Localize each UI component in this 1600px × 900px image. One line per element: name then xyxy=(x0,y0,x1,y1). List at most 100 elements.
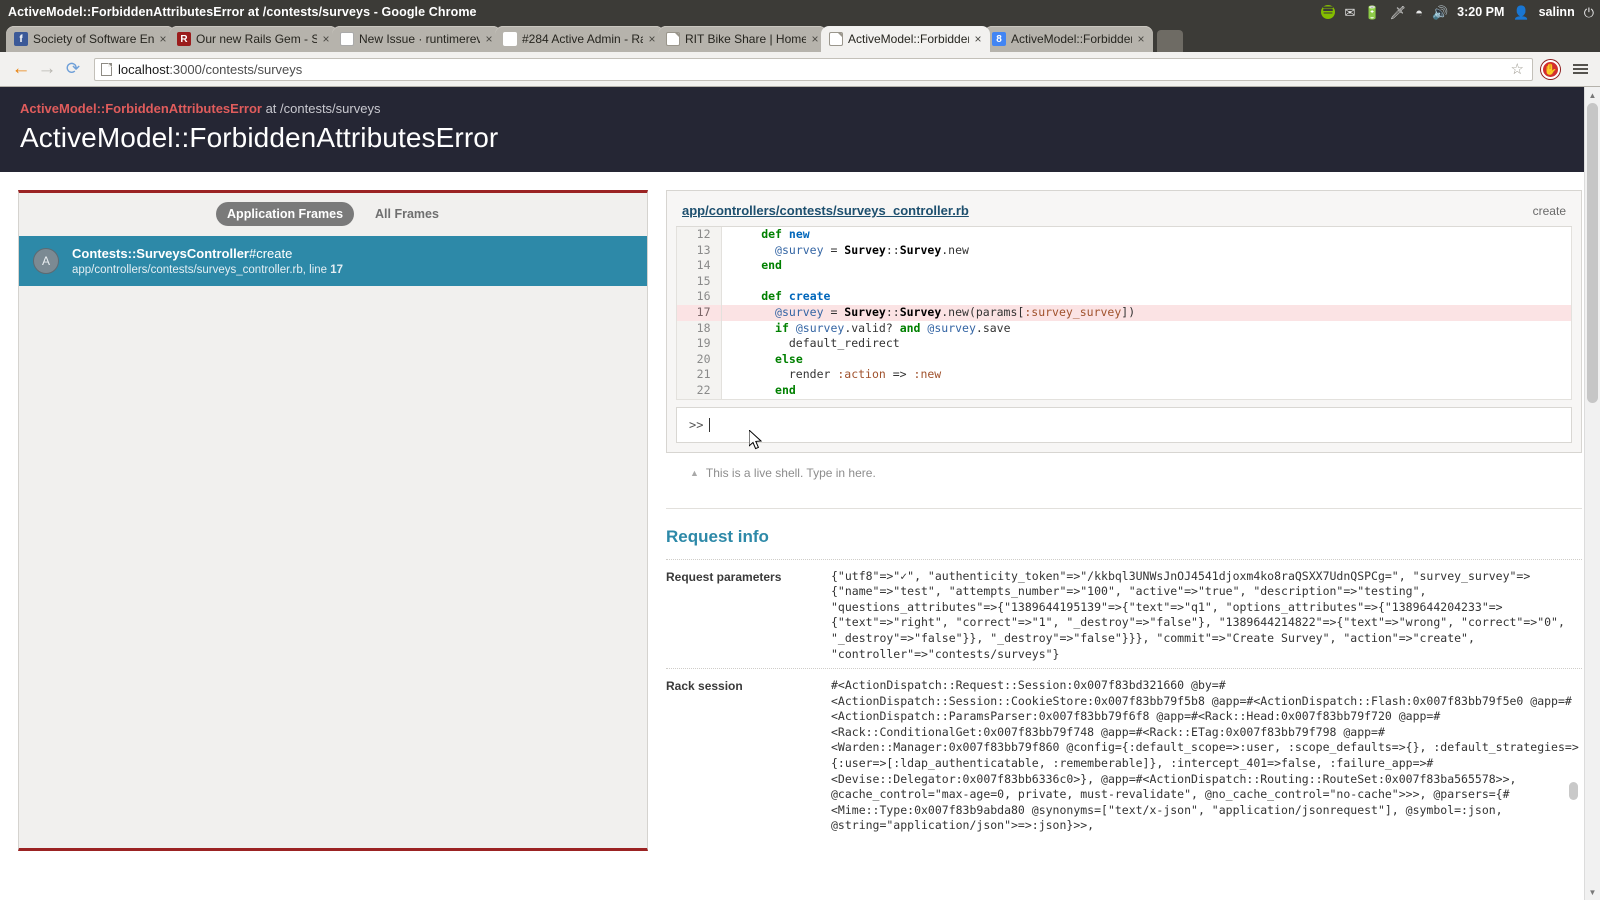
tab-close-icon[interactable]: × xyxy=(972,32,984,46)
code-text[interactable]: end xyxy=(721,383,1571,399)
error-page: ActiveModel::ForbiddenAttributesError at… xyxy=(0,87,1600,900)
window-title: ActiveModel::ForbiddenAttributesError at… xyxy=(8,5,477,19)
error-header: ActiveModel::ForbiddenAttributesError at… xyxy=(0,87,1600,172)
line-number: 15 xyxy=(677,273,722,290)
url-text: localhost:3000/contests/surveys xyxy=(118,62,302,77)
facebook-icon: f xyxy=(14,32,28,46)
tab-close-icon[interactable]: × xyxy=(483,32,495,46)
tab-application-frames[interactable]: Application Frames xyxy=(216,202,355,226)
code-viewer: 12 def new 13 @survey = Survey::Survey.n… xyxy=(676,227,1572,400)
shell-note: ▲ This is a live shell. Type in here. xyxy=(666,466,1582,480)
line-number: 20 xyxy=(677,351,722,368)
code-text[interactable]: def new xyxy=(721,227,1571,243)
code-text[interactable]: else xyxy=(721,352,1571,368)
code-text[interactable]: @survey = Survey::Survey.new(params[:sur… xyxy=(721,304,1571,321)
inner-scrollbar-thumb[interactable] xyxy=(1569,782,1578,800)
tab-label: RIT Bike Share | Home xyxy=(685,32,806,46)
frames-toggle-group: Application Frames All Frames xyxy=(19,193,647,236)
volume-icon[interactable]: 🔊 xyxy=(1432,6,1448,19)
code-text[interactable]: def create xyxy=(721,289,1571,305)
frame-badge: A xyxy=(33,248,59,274)
code-line: 21 render :action => :new xyxy=(677,367,1571,383)
tab-close-icon[interactable]: × xyxy=(320,32,332,46)
browser-tab[interactable]: ○ New Issue · runtimerevolu × xyxy=(332,26,501,52)
tab-close-icon[interactable]: × xyxy=(809,32,821,46)
adblock-icon[interactable]: ✋ xyxy=(1541,59,1560,79)
username-label[interactable]: salinn xyxy=(1539,5,1575,19)
scroll-up-icon[interactable]: ▲ xyxy=(1585,87,1600,103)
live-shell-input[interactable]: >> xyxy=(676,406,1572,449)
code-text[interactable]: render :action => :new xyxy=(721,367,1571,383)
section-divider xyxy=(666,507,1582,509)
battery-icon[interactable]: 🔋 xyxy=(1364,6,1380,19)
envelope-icon[interactable]: ✉ xyxy=(1344,6,1355,19)
code-text[interactable]: default_redirect xyxy=(721,336,1571,352)
mouse-cursor-icon xyxy=(749,429,763,449)
wifi-icon[interactable]: ◓ xyxy=(1415,6,1423,19)
address-bar[interactable]: localhost:3000/contests/surveys ☆ xyxy=(94,57,1533,81)
line-number: 13 xyxy=(677,242,722,259)
scrollbar-thumb[interactable] xyxy=(1587,103,1598,403)
scroll-down-icon[interactable]: ▼ xyxy=(1585,884,1600,900)
tab-label: Society of Software Engin xyxy=(33,32,154,46)
browser-tab[interactable]: R #284 Active Admin - Rails × xyxy=(495,26,664,52)
tab-label: ActiveModel::ForbiddenA xyxy=(848,32,969,46)
source-file-link[interactable]: app/controllers/contests/surveys_control… xyxy=(682,203,1533,218)
line-number: 19 xyxy=(677,336,722,352)
request-info-heading: Request info xyxy=(666,526,769,546)
frame-path-text: app/controllers/contests/surveys_control… xyxy=(72,264,331,276)
detail-column: app/controllers/contests/surveys_control… xyxy=(666,190,1582,851)
spotify-icon[interactable] xyxy=(1321,5,1336,19)
error-exception-name: ActiveModel::ForbiddenAttributesError xyxy=(20,101,262,116)
tab-close-icon[interactable]: × xyxy=(157,32,169,46)
triangle-up-icon: ▲ xyxy=(690,467,699,478)
star-icon[interactable]: ☆ xyxy=(1511,60,1526,78)
code-line: 16 def create xyxy=(677,289,1571,305)
code-text[interactable]: end xyxy=(721,258,1571,274)
browser-tab[interactable]: 8 ActiveModel::ForbiddenA × xyxy=(984,26,1153,52)
hamburger-menu-icon[interactable] xyxy=(1569,62,1592,76)
line-number: 17 xyxy=(677,304,722,321)
power-icon[interactable]: ⏻ xyxy=(1584,6,1594,19)
document-icon xyxy=(829,32,843,46)
browser-tab[interactable]: R Our new Rails Gem - Surve × xyxy=(169,26,338,52)
tab-label: Our new Rails Gem - Surve xyxy=(196,32,317,46)
browser-tab[interactable]: f Society of Software Engin × xyxy=(6,26,175,52)
google-icon: 8 xyxy=(992,32,1006,46)
tab-all-frames[interactable]: All Frames xyxy=(364,202,450,226)
browser-tab-active[interactable]: ActiveModel::ForbiddenA × xyxy=(821,26,990,52)
page-body: Application Frames All Frames A Contests… xyxy=(0,172,1600,851)
code-line: 14 end xyxy=(677,258,1571,274)
page-scrollbar[interactable]: ▲ ▼ xyxy=(1584,87,1600,900)
row-value: #<ActionDispatch::Request::Session:0x007… xyxy=(831,678,1579,833)
page-info-icon[interactable] xyxy=(101,62,112,76)
code-text[interactable] xyxy=(721,274,1571,290)
code-text[interactable]: @survey = Survey::Survey.new xyxy=(721,243,1571,259)
os-title-bar: ActiveModel::ForbiddenAttributesError at… xyxy=(0,0,1600,24)
reload-icon[interactable]: ⟳ xyxy=(60,56,86,82)
code-line: 22 end xyxy=(677,382,1571,399)
code-line-highlighted: 17 @survey = Survey::Survey.new(params[:… xyxy=(677,304,1571,321)
source-card: app/controllers/contests/surveys_control… xyxy=(666,190,1582,453)
tab-label: ActiveModel::ForbiddenA xyxy=(1011,32,1132,46)
forward-arrow-icon[interactable]: → xyxy=(34,56,60,82)
code-line: 19 default_redirect xyxy=(677,336,1571,352)
code-line: 12 def new xyxy=(677,227,1571,243)
browser-tab[interactable]: RIT Bike Share | Home × xyxy=(658,26,827,52)
clock[interactable]: 3:20 PM xyxy=(1457,5,1504,19)
tab-close-icon[interactable]: × xyxy=(646,32,658,46)
tab-close-icon[interactable]: × xyxy=(1135,32,1147,46)
error-location: at /contests/surveys xyxy=(261,101,381,116)
code-text[interactable]: if @survey.valid? and @survey.save xyxy=(721,321,1571,337)
frame-file-path: app/controllers/contests/surveys_control… xyxy=(72,264,343,276)
bluetooth-icon[interactable]: 🗡 xyxy=(1390,6,1407,19)
request-info-row: Request parameters {"utf8"=>"✓", "authen… xyxy=(666,558,1582,669)
back-arrow-icon[interactable]: ← xyxy=(8,56,34,82)
line-number: 12 xyxy=(677,227,722,243)
source-method-label: create xyxy=(1532,204,1566,218)
code-line: 13 @survey = Survey::Survey.new xyxy=(677,242,1571,259)
code-table: 12 def new 13 @survey = Survey::Survey.n… xyxy=(677,227,1571,399)
new-tab-button[interactable] xyxy=(1157,30,1183,52)
code-line: 18 if @survey.valid? and @survey.save xyxy=(677,320,1571,337)
frame-list-item[interactable]: A Contests::SurveysController#create app… xyxy=(19,236,647,286)
